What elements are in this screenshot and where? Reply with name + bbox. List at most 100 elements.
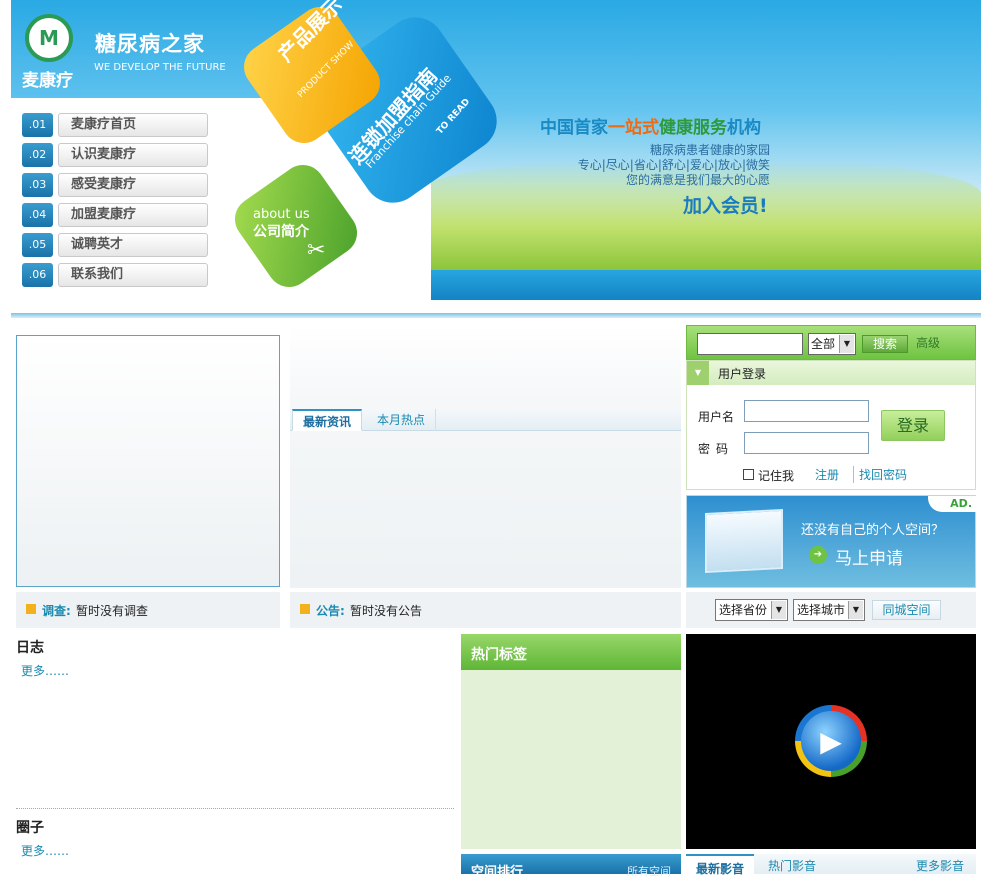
header-banner: .01 麦康疗首页 .02 认识麦康疗 .03 感受麦康疗 .04 加盟麦康疗 … — [11, 0, 981, 312]
join-member-link[interactable]: 加入会员! — [683, 191, 768, 218]
notice-text: 暂时没有公告 — [350, 604, 423, 618]
ad-screenshot-image — [705, 508, 783, 574]
headline-part: 一站式 — [608, 118, 659, 138]
featured-image-box — [16, 335, 280, 587]
search-scope-select[interactable]: 全部 ▼ — [808, 333, 856, 355]
headline-part: 健康服务 — [659, 118, 727, 138]
province-value: 选择省份 — [719, 603, 768, 617]
nav-number: .03 — [22, 173, 53, 197]
dropdown-arrow-icon: ▼ — [771, 601, 786, 619]
site-slogan: WE DEVELOP THE FUTURE — [94, 62, 226, 73]
nav-label[interactable]: 麦康疗首页 — [58, 113, 208, 137]
play-button[interactable]: ▶ — [795, 705, 867, 777]
login-button[interactable]: 登录 — [881, 410, 945, 441]
ad-banner[interactable]: AD. 还没有自己的个人空间？ ➔ 马上申请 — [686, 495, 976, 588]
login-panel: ▼ 用户登录 用户名 密码 登录 记住我 注册 找回密码 — [686, 360, 976, 490]
nav-item-contact[interactable]: .06 联系我们 — [22, 263, 208, 287]
banner-headline: 中国首家一站式健康服务机构 — [540, 113, 761, 138]
tab-hot-videos[interactable]: 热门影音 — [768, 857, 816, 874]
site-title: 糖尿病之家 — [95, 32, 205, 56]
login-header: ▼ 用户登录 — [687, 361, 975, 385]
ad-tag: AD. — [928, 496, 976, 512]
all-spaces-link[interactable]: 所有空间 — [627, 863, 671, 879]
nav-item-about[interactable]: .02 认识麦康疗 — [22, 143, 208, 167]
news-tabs: 最新资讯 本月热点 — [290, 409, 681, 431]
nav-number: .01 — [22, 113, 53, 137]
poll-label: 调查: — [42, 604, 71, 618]
square-bullet-icon — [26, 604, 36, 614]
headline-part: 中国首家 — [540, 118, 608, 138]
register-link[interactable]: 注册 — [815, 466, 839, 483]
remember-checkbox[interactable] — [743, 469, 754, 480]
poll-bar: 调查: 暂时没有调查 — [16, 592, 280, 628]
search-scope-value: 全部 — [811, 337, 836, 351]
banner-subline: 专心|尽心|省心|舒心|爱心|放心|微笑 — [577, 158, 770, 172]
blog-more-link[interactable]: 更多…… — [21, 662, 69, 679]
nav-label[interactable]: 认识麦康疗 — [58, 143, 208, 167]
tab-latest-videos[interactable]: 最新影音 — [686, 854, 755, 876]
nav-number: .02 — [22, 143, 53, 167]
nav-item-jobs[interactable]: .05 诚聘英才 — [22, 233, 208, 257]
notice-label: 公告: — [316, 604, 345, 618]
hot-tags-panel: 热门标签 — [461, 634, 681, 849]
banner-subline: 您的满意是我们最大的心愿 — [625, 173, 770, 187]
nav-number: .06 — [22, 263, 53, 287]
notice-bar: 公告: 暂时没有公告 — [290, 592, 681, 628]
ad-question: 还没有自己的个人空间？ — [801, 523, 945, 538]
banner-subline: 糖尿病患者健康的家园 — [649, 143, 770, 157]
search-bar: 全部 ▼ 搜索 高级 — [686, 325, 976, 360]
tab-monthly-hot[interactable]: 本月热点 — [367, 409, 437, 431]
nav-number: .04 — [22, 203, 53, 227]
logo-icon[interactable]: M — [25, 14, 73, 62]
nav-number: .05 — [22, 233, 53, 257]
city-bar: 选择省份 ▼ 选择城市 ▼ 同城空间 — [686, 592, 976, 628]
more-videos-link[interactable]: 更多影音 — [916, 857, 964, 874]
username-field[interactable] — [744, 400, 869, 422]
banner-divider — [11, 313, 981, 318]
password-label: 密码 — [698, 442, 735, 456]
banner-subtext: 糖尿病患者健康的家园 专心|尽心|省心|舒心|爱心|放心|微笑 您的满意是我们最… — [578, 143, 770, 188]
blog-section-title: 日志 — [16, 640, 44, 656]
space-ranking-title: 空间排行 — [471, 865, 524, 880]
video-tabs: 最新影音 热门影音 更多影音 — [686, 854, 976, 876]
nav-label[interactable]: 联系我们 — [58, 263, 208, 287]
brand-name: 麦康疗 — [22, 71, 73, 91]
password-field[interactable] — [744, 432, 869, 454]
space-ranking-header: 空间排行 所有空间 — [461, 854, 681, 880]
tools-icon: ✂ — [307, 238, 326, 263]
city-value: 选择城市 — [797, 603, 846, 617]
circle-section-title: 圈子 — [16, 820, 44, 836]
hot-tags-title: 热门标签 — [461, 634, 681, 670]
nav-label[interactable]: 诚聘英才 — [58, 233, 208, 257]
same-city-button[interactable]: 同城空间 — [872, 600, 941, 620]
city-select[interactable]: 选择城市 ▼ — [793, 599, 865, 621]
apply-now-link[interactable]: 马上申请 — [835, 544, 903, 569]
search-input[interactable] — [697, 333, 803, 355]
advanced-search-link[interactable]: 高级 — [916, 334, 940, 351]
about-tile-label-cn: 公司简介 — [253, 224, 309, 240]
nav-item-home[interactable]: .01 麦康疗首页 — [22, 113, 208, 137]
forgot-password-link[interactable]: 找回密码 — [853, 466, 907, 483]
news-panel — [290, 326, 681, 588]
arrow-circle-icon: ➔ — [809, 546, 827, 564]
nav-item-franchise[interactable]: .04 加盟麦康疗 — [22, 203, 208, 227]
search-button[interactable]: 搜索 — [862, 335, 908, 353]
province-select[interactable]: 选择省份 ▼ — [715, 599, 788, 621]
section-divider — [16, 808, 454, 809]
login-title: 用户登录 — [718, 367, 767, 381]
nav-label[interactable]: 感受麦康疗 — [58, 173, 208, 197]
poll-text: 暂时没有调查 — [76, 604, 149, 618]
square-bullet-icon — [300, 604, 310, 614]
nav-label[interactable]: 加盟麦康疗 — [58, 203, 208, 227]
banner-bottom-bar — [391, 270, 981, 300]
remember-label: 记住我 — [758, 469, 795, 483]
logo-glyph: M — [39, 26, 59, 50]
video-player[interactable]: ▶ — [686, 634, 976, 849]
tab-latest-news[interactable]: 最新资讯 — [292, 409, 363, 431]
nav-item-experience[interactable]: .03 感受麦康疗 — [22, 173, 208, 197]
username-label: 用户名 — [698, 410, 735, 424]
headline-part: 机构 — [727, 118, 761, 138]
circle-more-link[interactable]: 更多…… — [21, 842, 69, 859]
dropdown-arrow-icon: ▼ — [848, 601, 863, 619]
collapse-arrow-icon[interactable]: ▼ — [687, 361, 709, 385]
